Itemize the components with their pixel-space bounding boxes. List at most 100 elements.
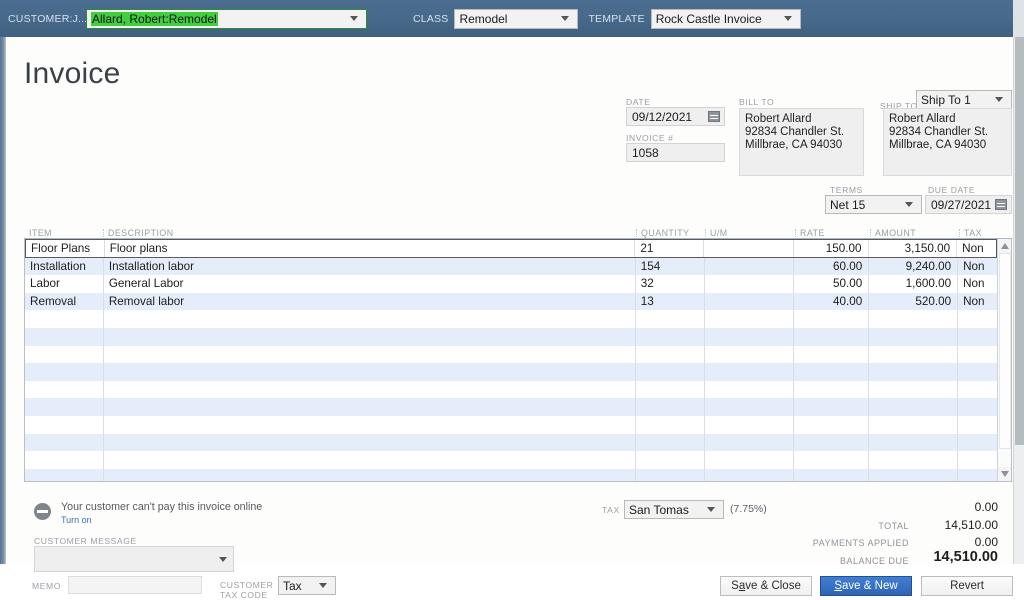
cell-rate[interactable]: 50.00 bbox=[794, 275, 870, 293]
window-scrollbar-thumb[interactable] bbox=[1015, 37, 1024, 445]
cell-tax[interactable] bbox=[958, 469, 997, 481]
column-header-rate[interactable]: RATE bbox=[795, 228, 870, 238]
cell-rate[interactable] bbox=[794, 415, 870, 434]
cell-um[interactable] bbox=[705, 451, 795, 469]
cell-amount[interactable] bbox=[869, 380, 959, 399]
scroll-up-arrow-icon[interactable] bbox=[998, 239, 1011, 253]
cell-um[interactable] bbox=[705, 415, 795, 434]
tax-combo[interactable]: San Tomas bbox=[624, 500, 724, 519]
cell-rate[interactable] bbox=[794, 345, 870, 364]
cell-quantity[interactable] bbox=[636, 363, 705, 381]
grid-scrollbar[interactable] bbox=[997, 239, 1011, 481]
table-row[interactable]: Floor Plans Floor plans 21 150.00 3,150.00 No… bbox=[25, 239, 997, 258]
customer-message-combo[interactable] bbox=[34, 546, 234, 572]
cell-description[interactable] bbox=[104, 398, 636, 416]
cell-amount[interactable] bbox=[869, 468, 959, 481]
cell-description[interactable] bbox=[104, 415, 636, 434]
cell-amount[interactable]: 9,240.00 bbox=[869, 257, 959, 276]
cell-item[interactable] bbox=[25, 363, 104, 381]
cell-um[interactable] bbox=[704, 240, 794, 257]
cell-um[interactable] bbox=[705, 433, 795, 452]
cell-item[interactable]: Labor bbox=[25, 275, 104, 293]
table-row[interactable] bbox=[25, 451, 997, 469]
cell-quantity[interactable] bbox=[636, 398, 705, 416]
cell-description[interactable] bbox=[104, 345, 636, 364]
table-row[interactable] bbox=[25, 380, 997, 399]
cell-description[interactable]: General Labor bbox=[104, 275, 636, 293]
cell-rate[interactable]: 60.00 bbox=[794, 257, 870, 276]
cell-tax[interactable] bbox=[958, 310, 997, 328]
cell-amount[interactable]: 1,600.00 bbox=[869, 275, 959, 293]
window-scrollbar[interactable] bbox=[1013, 37, 1024, 564]
cell-description[interactable] bbox=[104, 468, 636, 481]
cell-item[interactable] bbox=[25, 433, 104, 452]
cell-quantity[interactable] bbox=[636, 451, 705, 469]
column-header-item[interactable]: ITEM bbox=[24, 228, 103, 238]
cell-tax[interactable] bbox=[958, 434, 997, 452]
cell-tax[interactable] bbox=[958, 398, 997, 416]
cell-rate[interactable] bbox=[794, 451, 870, 469]
cell-quantity[interactable] bbox=[636, 380, 705, 399]
cell-tax[interactable]: Non bbox=[957, 240, 996, 257]
cell-description[interactable] bbox=[104, 433, 636, 452]
cell-description[interactable]: Removal labor bbox=[104, 292, 636, 311]
cell-amount[interactable] bbox=[869, 310, 959, 328]
terms-combo[interactable]: Net 15 bbox=[825, 195, 922, 214]
cell-tax[interactable]: Non bbox=[958, 293, 997, 311]
cell-um[interactable] bbox=[705, 363, 795, 381]
cell-tax[interactable] bbox=[958, 381, 997, 399]
column-header-um[interactable]: U/M bbox=[705, 228, 795, 238]
cell-item[interactable] bbox=[25, 345, 104, 364]
cell-quantity[interactable]: 21 bbox=[635, 240, 705, 257]
cell-description[interactable]: Installation labor bbox=[104, 257, 636, 276]
table-row[interactable] bbox=[25, 415, 997, 434]
ship-to-select[interactable]: Ship To 1 bbox=[916, 90, 1012, 109]
cell-rate[interactable]: 150.00 bbox=[794, 240, 869, 257]
table-row[interactable] bbox=[25, 468, 997, 481]
cell-um[interactable] bbox=[705, 257, 795, 276]
cell-quantity[interactable] bbox=[636, 310, 705, 328]
column-header-amount[interactable]: AMOUNT bbox=[870, 228, 959, 238]
cell-tax[interactable] bbox=[958, 451, 997, 469]
cell-quantity[interactable] bbox=[636, 433, 705, 452]
cell-item[interactable] bbox=[25, 451, 104, 469]
cell-description[interactable] bbox=[104, 363, 636, 381]
customer-tax-code-combo[interactable]: Tax bbox=[278, 576, 336, 595]
cell-rate[interactable] bbox=[794, 433, 870, 452]
table-row[interactable]: Labor General Labor 32 50.00 1,600.00 Non bbox=[25, 275, 997, 293]
cell-quantity[interactable] bbox=[636, 345, 705, 364]
cell-quantity[interactable]: 13 bbox=[636, 292, 705, 311]
cell-quantity[interactable] bbox=[636, 468, 705, 481]
calendar-icon[interactable] bbox=[995, 199, 1007, 210]
cell-rate[interactable] bbox=[794, 380, 870, 399]
cell-rate[interactable] bbox=[794, 398, 870, 416]
cell-quantity[interactable] bbox=[636, 415, 705, 434]
cell-tax[interactable] bbox=[958, 328, 997, 346]
cell-tax[interactable]: Non bbox=[958, 275, 997, 293]
date-field[interactable]: 09/12/2021 bbox=[626, 107, 725, 126]
customer-combo[interactable]: Allard, Robert:Remodel bbox=[86, 8, 367, 29]
cell-tax[interactable] bbox=[958, 363, 997, 381]
cell-quantity[interactable]: 154 bbox=[636, 257, 705, 276]
cell-item[interactable] bbox=[25, 310, 104, 328]
cell-quantity[interactable] bbox=[636, 327, 705, 346]
save-and-new-button[interactable]: Save & New bbox=[820, 576, 912, 596]
cell-amount[interactable] bbox=[869, 327, 959, 346]
invoice-number-field[interactable]: 1058 bbox=[626, 143, 725, 162]
cell-item[interactable]: Removal bbox=[25, 292, 104, 311]
cell-amount[interactable] bbox=[869, 398, 959, 416]
cell-description[interactable] bbox=[104, 327, 636, 346]
scroll-down-arrow-icon[interactable] bbox=[998, 467, 1011, 481]
save-and-close-button[interactable]: Sa ve & Close bbox=[720, 576, 812, 596]
cell-item[interactable]: Floor Plans bbox=[26, 240, 105, 257]
cell-item[interactable] bbox=[25, 468, 104, 481]
template-combo[interactable]: Rock Castle Invoice bbox=[650, 8, 801, 29]
cell-item[interactable]: Installation bbox=[25, 257, 104, 276]
bill-to-address[interactable]: Robert Allard 92834 Chandler St. Millbra… bbox=[739, 108, 864, 176]
cell-um[interactable] bbox=[705, 468, 795, 481]
cell-amount[interactable] bbox=[869, 433, 959, 452]
table-row[interactable] bbox=[25, 310, 997, 328]
cell-um[interactable] bbox=[705, 275, 795, 293]
cell-amount[interactable] bbox=[869, 363, 959, 381]
cell-item[interactable] bbox=[25, 398, 104, 416]
